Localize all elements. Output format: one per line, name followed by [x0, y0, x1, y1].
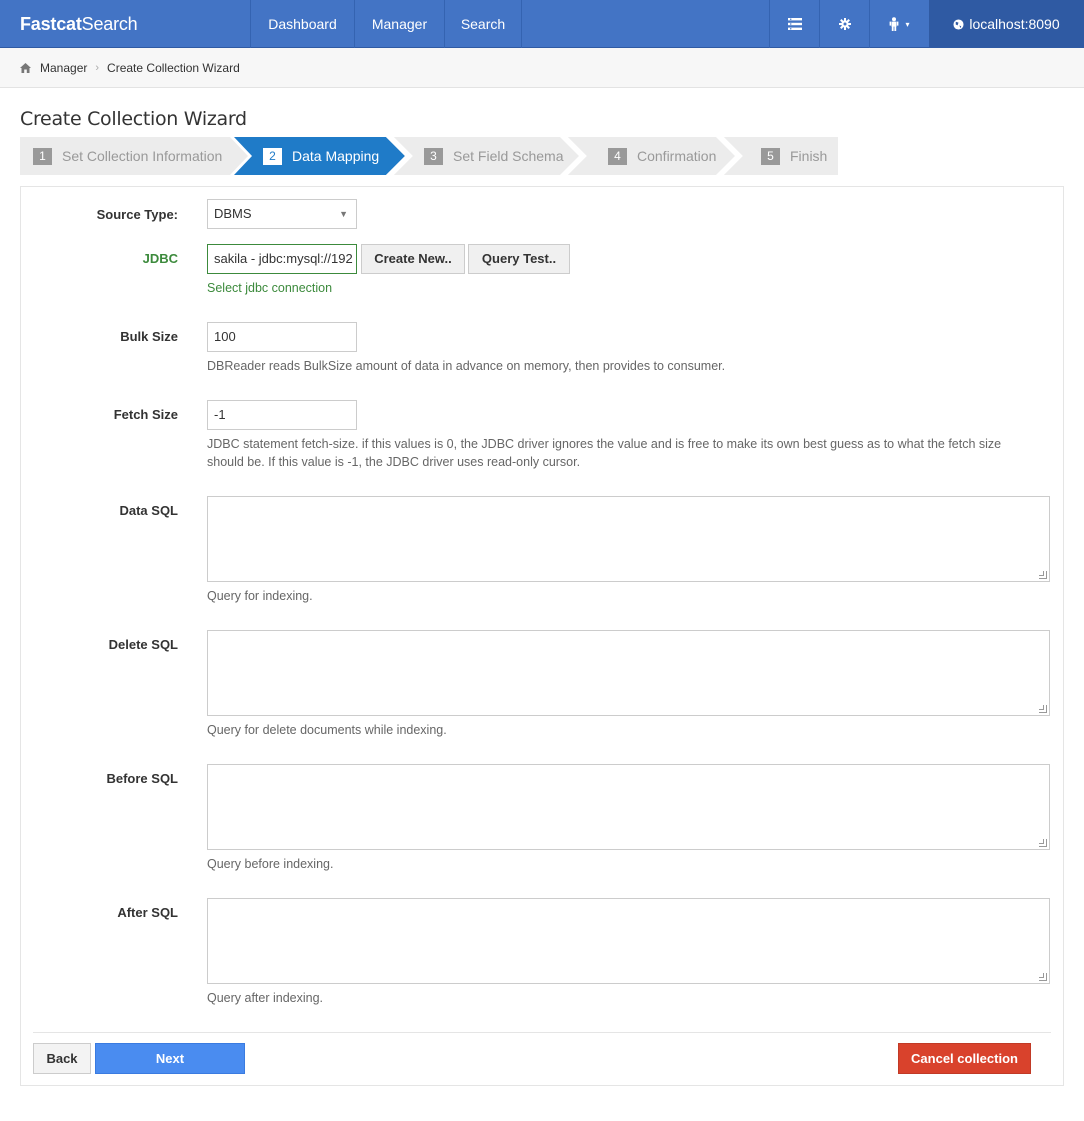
wizard-step-1[interactable]: 1 Set Collection Information [33, 137, 222, 175]
data-sql-help: Query for indexing. [207, 589, 313, 603]
step-number: 1 [33, 147, 52, 165]
nav-host[interactable]: localhost:8090 [929, 0, 1084, 48]
wizard-step-4[interactable]: 4 Confirmation [608, 137, 716, 175]
host-label: localhost:8090 [969, 16, 1060, 32]
delete-sql-label: Delete SQL [108, 637, 178, 652]
step-label: Confirmation [637, 148, 717, 164]
jdbc-select[interactable]: sakila - jdbc:mysql://192 [207, 244, 357, 274]
resize-handle-icon[interactable] [1039, 705, 1047, 713]
nav-search[interactable]: Search [444, 0, 522, 48]
user-icon [890, 17, 899, 31]
top-navbar: FastcatSearch Dashboard Manager Search ▾… [0, 0, 1084, 48]
brand-logo[interactable]: FastcatSearch [0, 0, 250, 48]
form-divider [33, 1032, 1051, 1033]
step-label: Set Collection Information [62, 148, 223, 164]
wizard-steps: 1 Set Collection Information 2 Data Mapp… [20, 137, 838, 175]
step-label: Finish [790, 148, 828, 164]
fetch-size-input[interactable]: -1 [207, 400, 357, 430]
jdbc-help: Select jdbc connection [207, 281, 333, 295]
next-button[interactable]: Next [95, 1043, 245, 1074]
nav-user-menu[interactable]: ▾ [869, 0, 929, 48]
source-type-value: DBMS [214, 206, 252, 221]
after-sql-textarea[interactable] [207, 898, 1050, 984]
fetch-size-help-line2: should be. If this value is -1, the JDBC… [207, 455, 581, 469]
data-mapping-form: Source Type: DBMS ▼ JDBC sakila - jdbc:m… [20, 186, 1064, 1086]
wizard-step-2[interactable]: 2 Data Mapping [263, 137, 379, 175]
nav-list-button[interactable] [769, 0, 819, 48]
step-label: Set Field Schema [453, 148, 564, 164]
home-icon [20, 62, 31, 73]
after-sql-help: Query after indexing. [207, 991, 324, 1005]
step-number: 5 [761, 147, 780, 165]
fetch-size-help-line1: JDBC statement fetch-size. if this value… [207, 437, 1002, 451]
source-type-select[interactable]: DBMS ▼ [207, 199, 357, 229]
breadcrumb: Manager › Create Collection Wizard [0, 48, 1084, 88]
data-sql-textarea[interactable] [207, 496, 1050, 582]
caret-down-icon: ▾ [905, 19, 910, 29]
jdbc-label: JDBC [142, 251, 178, 266]
resize-handle-icon[interactable] [1039, 571, 1047, 579]
brand-text-light: Search [81, 14, 138, 34]
data-sql-label: Data SQL [119, 503, 178, 518]
step-number: 3 [424, 147, 443, 165]
create-new-button[interactable]: Create New.. [361, 244, 465, 274]
before-sql-label: Before SQL [106, 771, 178, 786]
brand-text-bold: Fastcat [20, 14, 82, 34]
before-sql-textarea[interactable] [207, 764, 1050, 850]
resize-handle-icon[interactable] [1039, 973, 1047, 981]
breadcrumb-manager[interactable]: Manager [40, 61, 87, 75]
nav-dashboard[interactable]: Dashboard [250, 0, 354, 48]
breadcrumb-current: Create Collection Wizard [107, 60, 240, 75]
globe-icon [953, 18, 964, 30]
wizard-step-5[interactable]: 5 Finish [761, 137, 827, 175]
back-button[interactable]: Back [33, 1043, 91, 1074]
fetch-size-help: JDBC statement fetch-size. if this value… [207, 435, 1057, 471]
caret-down-icon: ▼ [339, 209, 348, 219]
page-title: Create Collection Wizard [20, 108, 247, 130]
after-sql-label: After SQL [117, 905, 178, 920]
nav-settings-button[interactable] [819, 0, 869, 48]
delete-sql-help: Query for delete documents while indexin… [207, 723, 447, 737]
nav-manager[interactable]: Manager [354, 0, 444, 48]
wizard-step-3[interactable]: 3 Set Field Schema [424, 137, 564, 175]
query-test-button[interactable]: Query Test.. [468, 244, 570, 274]
step-number: 4 [608, 147, 627, 165]
step-label: Data Mapping [292, 148, 380, 164]
resize-handle-icon[interactable] [1039, 839, 1047, 847]
fetch-size-label: Fetch Size [113, 407, 178, 422]
delete-sql-textarea[interactable] [207, 630, 1050, 716]
source-type-label: Source Type: [96, 207, 178, 222]
before-sql-help: Query before indexing. [207, 857, 334, 871]
step-number: 2 [263, 147, 282, 165]
cancel-collection-button[interactable]: Cancel collection [898, 1043, 1031, 1074]
bulk-size-help: DBReader reads BulkSize amount of data i… [207, 359, 726, 373]
bulk-size-input[interactable]: 100 [207, 322, 357, 352]
bulk-size-label: Bulk Size [120, 329, 178, 344]
list-icon [787, 18, 802, 30]
gear-icon [838, 18, 851, 30]
chevron-right-icon: › [95, 61, 100, 74]
